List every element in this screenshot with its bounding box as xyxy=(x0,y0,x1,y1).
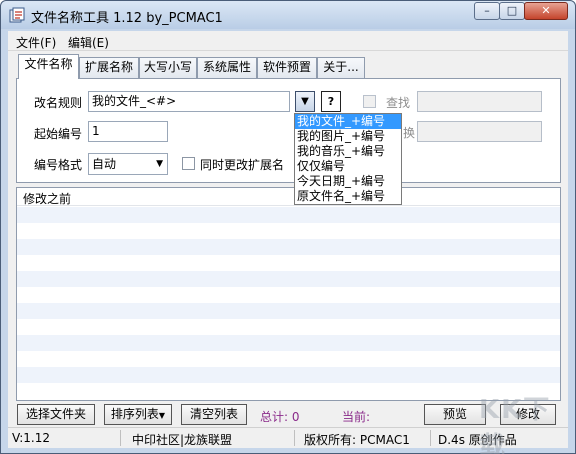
column-before[interactable]: 修改之前 xyxy=(23,190,71,207)
title-bar[interactable]: 文件名称工具 1.12 by_PCMAC1 – □ ✕ xyxy=(1,1,575,29)
status-version: V:1.12 xyxy=(12,431,50,445)
rule-dropdown-button[interactable]: ▼ xyxy=(295,91,315,112)
tab-filename[interactable]: 文件名称 xyxy=(18,54,79,79)
chevron-down-icon: ▼ xyxy=(301,96,309,107)
maximize-button[interactable]: □ xyxy=(499,2,525,20)
list-row xyxy=(17,271,560,287)
menu-bar: 文件(F) 编辑(E) xyxy=(8,31,568,51)
tab-about[interactable]: 关于... xyxy=(317,57,365,78)
client-area: 文件(F) 编辑(E) 文件名称 扩展名称 大写小写 系统属性 软件预置 关于.… xyxy=(8,31,568,448)
list-row xyxy=(17,239,560,255)
sort-list-button[interactable]: 排序列表▼ xyxy=(104,404,172,425)
preview-button[interactable]: 预览 xyxy=(424,404,486,425)
find-label: 查找 xyxy=(386,96,411,110)
rule-option[interactable]: 我的音乐_+编号 xyxy=(295,144,401,159)
status-divider xyxy=(430,430,431,446)
menu-edit[interactable]: 编辑(E) xyxy=(68,34,109,51)
choose-folder-button[interactable]: 选择文件夹 xyxy=(17,404,95,425)
rule-dropdown-list: 我的文件_+编号 我的图片_+编号 我的音乐_+编号 仅仅编号 今天日期_+编号… xyxy=(294,113,402,205)
clear-list-button[interactable]: 清空列表 xyxy=(181,404,247,425)
total-count: 总计: 0 xyxy=(260,410,300,424)
list-row xyxy=(17,335,560,351)
list-header: 修改之前 称 xyxy=(17,188,560,206)
status-copyright: 版权所有: PCMAC1 xyxy=(304,433,410,447)
rule-label: 改名规则 xyxy=(34,96,83,110)
app-window: 文件名称工具 1.12 by_PCMAC1 – □ ✕ 文件(F) 编辑(E) … xyxy=(0,0,576,454)
tab-presets[interactable]: 软件预置 xyxy=(257,57,317,78)
file-list[interactable]: 修改之前 称 xyxy=(16,187,561,401)
tab-extension[interactable]: 扩展名称 xyxy=(79,57,139,78)
start-number-label: 起始编号 xyxy=(34,127,83,141)
rule-option[interactable]: 原文件名_+编号 xyxy=(295,189,401,204)
list-row xyxy=(17,303,560,319)
number-format-value: 自动 xyxy=(92,157,117,171)
caret-down-icon: ▼ xyxy=(158,411,166,420)
replace-label: 换 xyxy=(403,126,416,140)
rule-option[interactable]: 我的图片_+编号 xyxy=(295,129,401,144)
rule-option[interactable]: 仅仅编号 xyxy=(295,159,401,174)
find-checkbox[interactable] xyxy=(363,95,376,108)
list-row xyxy=(17,367,560,383)
rule-input[interactable]: 我的文件_<#> xyxy=(88,91,290,112)
window-title: 文件名称工具 1.12 by_PCMAC1 xyxy=(31,11,223,26)
rule-option[interactable]: 今天日期_+编号 xyxy=(295,174,401,189)
number-format-label: 编号格式 xyxy=(34,158,83,172)
app-icon xyxy=(9,7,25,23)
sort-list-label: 排序列表 xyxy=(110,407,159,421)
change-extension-label: 同时更改扩展名 xyxy=(200,158,285,172)
filename-tab-panel: 改名规则 我的文件_<#> ▼ ? 查找 起始编号 1 换 编号格式 自动 ▼ … xyxy=(16,78,561,183)
menu-file[interactable]: 文件(F) xyxy=(16,34,56,51)
change-extension-checkbox[interactable] xyxy=(182,157,195,170)
close-button[interactable]: ✕ xyxy=(524,2,568,20)
list-row xyxy=(17,207,560,223)
find-input[interactable] xyxy=(417,91,542,112)
help-button[interactable]: ? xyxy=(321,91,341,112)
status-divider xyxy=(120,430,121,446)
start-number-input[interactable]: 1 xyxy=(88,121,168,142)
replace-input[interactable] xyxy=(417,121,542,142)
status-community: 中印社区|龙族联盟 xyxy=(132,433,233,447)
current-file: 当前: xyxy=(342,410,371,424)
tab-attributes[interactable]: 系统属性 xyxy=(197,57,257,78)
minimize-button[interactable]: – xyxy=(474,2,500,20)
watermark-logo: KK下载 xyxy=(479,395,552,454)
number-format-select[interactable]: 自动 ▼ xyxy=(88,153,168,175)
rule-option[interactable]: 我的文件_+编号 xyxy=(295,114,401,129)
status-divider xyxy=(294,430,295,446)
tab-case[interactable]: 大写小写 xyxy=(139,57,197,78)
chevron-down-icon: ▼ xyxy=(156,159,163,169)
